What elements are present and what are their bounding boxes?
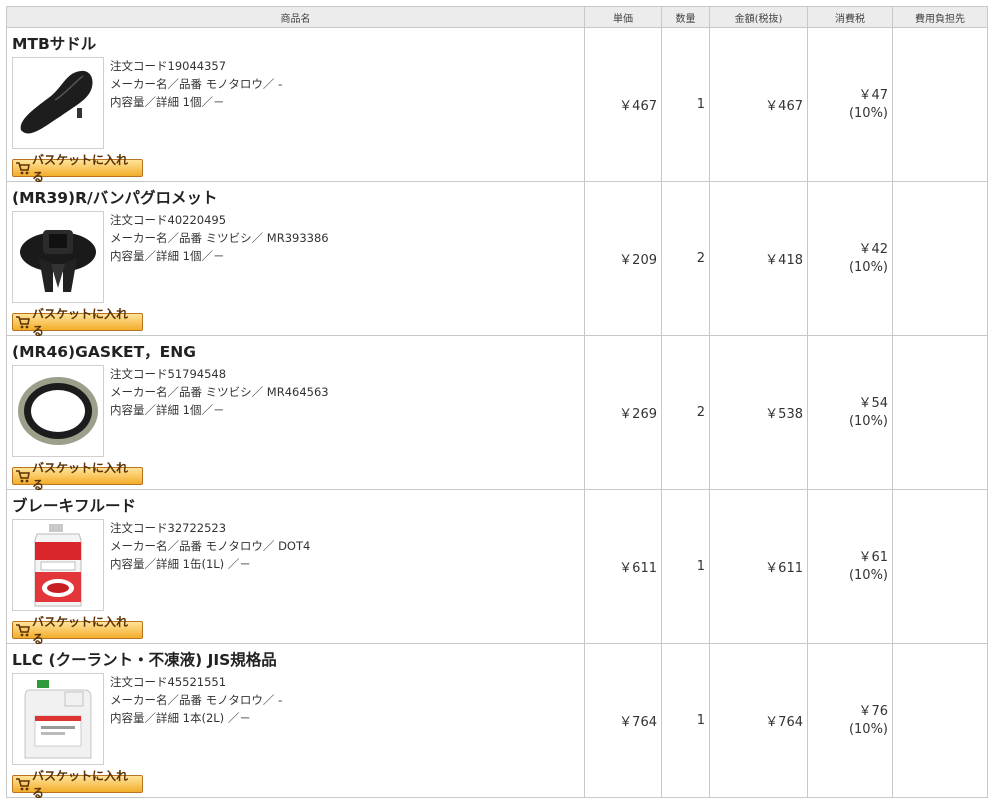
consumption-tax: ￥42 (10%)	[807, 181, 893, 336]
product-thumbnail[interactable]	[12, 519, 104, 611]
unit-price: ￥764	[584, 643, 662, 798]
unit-price: ￥209	[584, 181, 662, 336]
add-to-basket-button[interactable]: バスケットに入れる	[12, 153, 143, 184]
add-to-basket-button[interactable]: バスケットに入れる	[12, 461, 143, 492]
product-meta: 注文コード40220495 メーカー名／品番 ミツビシ／ MR393386 内容…	[104, 211, 329, 303]
product-cell: MTBサドル 注文コード19044357 メーカー名／品番 モノタロウ／ - 内…	[6, 27, 585, 184]
product-name-link[interactable]: LLC (クーラント・不凍液) JIS規格品	[12, 649, 580, 671]
amount: ￥764	[709, 643, 808, 798]
table-row: LLC (クーラント・不凍液) JIS規格品 注文コード45521551 メーカ…	[6, 643, 988, 800]
amount: ￥538	[709, 335, 808, 490]
detail-line: 内容量／詳細 1缶(1L) ／－	[110, 557, 251, 571]
grommet-image	[20, 230, 96, 292]
product-cell: (MR39)R/バンパグロメット 注文コード40220495 メーカー名／品番 …	[6, 181, 585, 338]
cart-icon	[16, 315, 30, 328]
maker-line: メーカー名／品番 モノタロウ／ -	[110, 693, 283, 707]
product-name-link[interactable]: (MR46)GASKET，ENG	[12, 341, 580, 363]
add-to-basket-button[interactable]: バスケットに入れる	[12, 615, 143, 646]
detail-line: 内容量／詳細 1個／－	[110, 403, 225, 417]
unit-price: ￥269	[584, 335, 662, 490]
maker-line: メーカー名／品番 モノタロウ／ DOT4	[110, 539, 311, 553]
detail-line: 内容量／詳細 1本(2L) ／－	[110, 711, 251, 725]
header-consumption-tax: 消費税	[807, 6, 893, 28]
cost-bearer	[892, 181, 988, 336]
order-code-line: 注文コード32722523	[110, 521, 227, 535]
cost-bearer	[892, 643, 988, 798]
consumption-tax: ￥47 (10%)	[807, 27, 893, 182]
add-to-basket-button[interactable]: バスケットに入れる	[12, 769, 143, 800]
gasket-image	[18, 377, 98, 445]
quantity: 2	[661, 335, 710, 490]
detail-line: 内容量／詳細 1個／－	[110, 95, 225, 109]
brake-fluid-can-image	[34, 524, 82, 607]
amount: ￥611	[709, 489, 808, 644]
product-meta: 注文コード32722523 メーカー名／品番 モノタロウ／ DOT4 内容量／詳…	[104, 519, 310, 611]
table-row: (MR39)R/バンパグロメット 注文コード40220495 メーカー名／品番 …	[6, 181, 988, 338]
consumption-tax: ￥61 (10%)	[807, 489, 893, 644]
amount: ￥418	[709, 181, 808, 336]
cart-icon	[16, 623, 30, 636]
maker-line: メーカー名／品番 ミツビシ／ MR393386	[110, 231, 329, 245]
consumption-tax: ￥54 (10%)	[807, 335, 893, 490]
order-code-line: 注文コード45521551	[110, 675, 227, 689]
product-name-link[interactable]: (MR39)R/バンパグロメット	[12, 187, 580, 209]
product-name-link[interactable]: ブレーキフルード	[12, 495, 580, 517]
order-items-table: 商品名 単価 数量 金額(税抜) 消費税 費用負担先 MTBサドル 注文コード1…	[6, 6, 988, 800]
consumption-tax: ￥76 (10%)	[807, 643, 893, 798]
maker-line: メーカー名／品番 モノタロウ／ -	[110, 77, 283, 91]
amount: ￥467	[709, 27, 808, 182]
order-code-line: 注文コード19044357	[110, 59, 227, 73]
cost-bearer	[892, 489, 988, 644]
quantity: 1	[661, 643, 710, 798]
cart-icon	[16, 469, 30, 482]
header-amount: 金額(税抜)	[709, 6, 808, 28]
product-thumbnail[interactable]	[12, 673, 104, 765]
table-row: ブレーキフルード 注文コード32722523 メーカー名／品番 モノタロウ／ D…	[6, 489, 988, 646]
header-quantity: 数量	[661, 6, 710, 28]
unit-price: ￥611	[584, 489, 662, 644]
cart-icon	[16, 777, 30, 790]
table-header-row: 商品名 単価 数量 金額(税抜) 消費税 費用負担先	[6, 6, 988, 28]
product-cell: LLC (クーラント・不凍液) JIS規格品 注文コード45521551 メーカ…	[6, 643, 585, 800]
product-name-link[interactable]: MTBサドル	[12, 33, 580, 55]
product-meta: 注文コード19044357 メーカー名／品番 モノタロウ／ - 内容量／詳細 1…	[104, 57, 282, 149]
product-cell: (MR46)GASKET，ENG 注文コード51794548 メーカー名／品番 …	[6, 335, 585, 492]
unit-price: ￥467	[584, 27, 662, 182]
cart-icon	[16, 161, 30, 174]
quantity: 1	[661, 27, 710, 182]
product-meta: 注文コード45521551 メーカー名／品番 モノタロウ／ - 内容量／詳細 1…	[104, 673, 282, 765]
order-code-line: 注文コード51794548	[110, 367, 227, 381]
maker-line: メーカー名／品番 ミツビシ／ MR464563	[110, 385, 329, 399]
product-cell: ブレーキフルード 注文コード32722523 メーカー名／品番 モノタロウ／ D…	[6, 489, 585, 646]
order-code-line: 注文コード40220495	[110, 213, 227, 227]
header-unit-price: 単価	[584, 6, 662, 28]
product-meta: 注文コード51794548 メーカー名／品番 ミツビシ／ MR464563 内容…	[104, 365, 329, 457]
header-cost-bearer: 費用負担先	[892, 6, 988, 28]
table-row: (MR46)GASKET，ENG 注文コード51794548 メーカー名／品番 …	[6, 335, 988, 492]
cost-bearer	[892, 27, 988, 182]
table-row: MTBサドル 注文コード19044357 メーカー名／品番 モノタロウ／ - 内…	[6, 27, 988, 184]
coolant-jug-image	[24, 680, 92, 759]
product-thumbnail[interactable]	[12, 211, 104, 303]
quantity: 1	[661, 489, 710, 644]
quantity: 2	[661, 181, 710, 336]
cost-bearer	[892, 335, 988, 490]
detail-line: 内容量／詳細 1個／－	[110, 249, 225, 263]
header-product-name: 商品名	[6, 6, 585, 28]
product-thumbnail[interactable]	[12, 365, 104, 457]
product-thumbnail[interactable]	[12, 57, 104, 149]
add-to-basket-button[interactable]: バスケットに入れる	[12, 307, 143, 338]
saddle-image	[20, 70, 93, 134]
